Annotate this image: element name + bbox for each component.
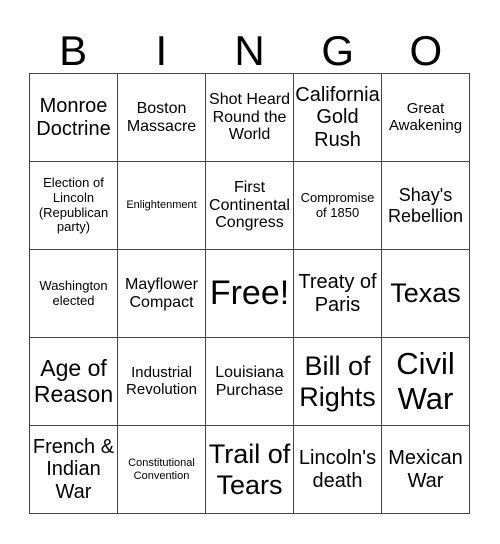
bingo-cell[interactable]: Lincoln's death	[294, 426, 382, 514]
bingo-cell[interactable]: Mexican War	[382, 426, 470, 514]
bingo-cell[interactable]: Compromise of 1850	[294, 162, 382, 250]
bingo-cell[interactable]: Monroe Doctrine	[30, 74, 118, 162]
bingo-cell[interactable]: Shay's Rebellion	[382, 162, 470, 250]
bingo-cell[interactable]: Louisiana Purchase	[206, 338, 294, 426]
header-letter-i: I	[155, 27, 168, 74]
bingo-cell[interactable]: Texas	[382, 250, 470, 338]
bingo-cell[interactable]: Constitutional Convention	[118, 426, 206, 514]
header-letter-n: N	[234, 27, 265, 74]
header-letter-g: G	[321, 27, 355, 74]
bingo-cell[interactable]: Election of Lincoln (Republican party)	[30, 162, 118, 250]
bingo-cell[interactable]: Civil War	[382, 338, 470, 426]
bingo-cell[interactable]: Mayflower Compact	[118, 250, 206, 338]
bingo-header: B I N G O	[29, 28, 470, 73]
bingo-cell[interactable]: First Continental Congress	[206, 162, 294, 250]
bingo-cell[interactable]: Industrial Revolution	[118, 338, 206, 426]
header-letter-b: B	[59, 27, 88, 74]
bingo-cell[interactable]: Trail of Tears	[206, 426, 294, 514]
bingo-cell[interactable]: Age of Reason	[30, 338, 118, 426]
bingo-card-grid: Monroe Doctrine Boston Massacre Shot Hea…	[29, 73, 470, 514]
bingo-free-cell[interactable]: Free!	[206, 250, 294, 338]
bingo-cell[interactable]: California Gold Rush	[294, 74, 382, 162]
bingo-cell[interactable]: Bill of Rights	[294, 338, 382, 426]
bingo-cell[interactable]: Treaty of Paris	[294, 250, 382, 338]
header-letter-o: O	[409, 27, 443, 74]
bingo-cell[interactable]: Boston Massacre	[118, 74, 206, 162]
bingo-cell[interactable]: Shot Heard Round the World	[206, 74, 294, 162]
bingo-cell[interactable]: French & Indian War	[30, 426, 118, 514]
bingo-cell[interactable]: Washington elected	[30, 250, 118, 338]
bingo-cell[interactable]: Enlightenment	[118, 162, 206, 250]
bingo-cell[interactable]: Great Awakening	[382, 74, 470, 162]
